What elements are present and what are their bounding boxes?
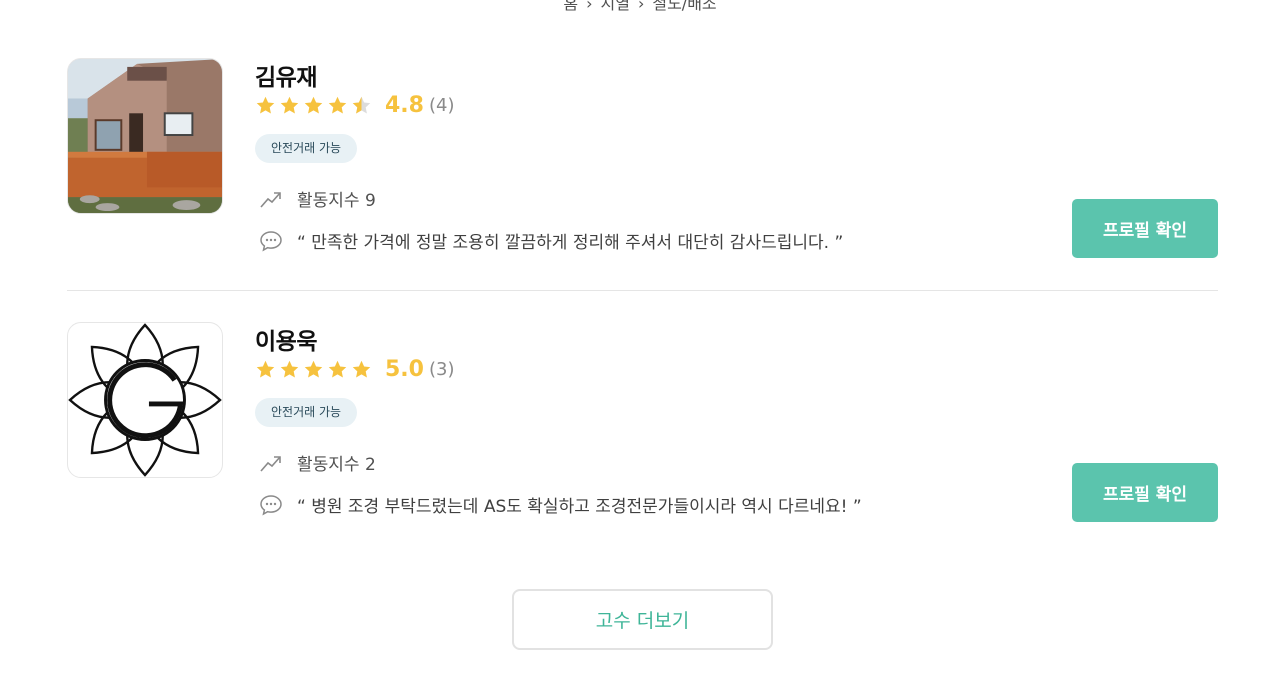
activity-stat: 활동지수 9: [259, 186, 376, 211]
star-icon: [352, 360, 371, 377]
profile-check-button[interactable]: 프로필 확인: [1072, 463, 1218, 522]
star-icon: [256, 96, 275, 113]
half-star-icon: [352, 96, 371, 113]
review-text: “ 병원 조경 부탁드렸는데 AS도 확실하고 조경전문가들이시라 역시 다르네…: [297, 497, 862, 517]
trend-up-icon: [260, 455, 281, 472]
breadcrumb-item[interactable]: 철도/배조: [652, 0, 716, 13]
breadcrumb-item[interactable]: 홈: [563, 0, 578, 13]
star-rating: [255, 95, 372, 116]
divider: [67, 290, 1218, 291]
rating-score: 4.8: [385, 92, 424, 118]
review-count: (4): [428, 94, 455, 116]
review-count: (3): [428, 358, 455, 380]
star-icon: [280, 96, 299, 113]
rating: 5.0 (3): [255, 355, 454, 383]
chat-bubble-icon: [260, 230, 282, 251]
review-text: “ 만족한 가격에 정말 조용히 깔끔하게 정리해 주셔서 대단히 감사드립니다…: [297, 233, 844, 253]
rating-score: 5.0: [385, 356, 424, 382]
breadcrumb: 홈 › 지열 › 철도/배조: [0, 0, 1280, 14]
safe-trade-badge: 안전거래 가능: [255, 398, 358, 427]
pro-name[interactable]: 이용욱: [255, 322, 317, 356]
review-snippet: “ 만족한 가격에 정말 조용히 깔끔하게 정리해 주셔서 대단히 감사드립니다…: [259, 228, 843, 253]
activity-stat: 활동지수 2: [259, 450, 376, 475]
pro-thumbnail[interactable]: [67, 58, 223, 214]
pro-name[interactable]: 김유재: [255, 58, 317, 92]
star-icon: [256, 360, 275, 377]
profile-check-button[interactable]: 프로필 확인: [1072, 199, 1218, 258]
star-rating: [255, 359, 372, 380]
rating: 4.8 (4): [255, 91, 454, 119]
more-pros-button[interactable]: 고수 더보기: [512, 589, 773, 650]
chevron-right-icon: ›: [637, 0, 645, 13]
pro-card: 김유재 4.8 (4) 안전거래 가능 활동지수 9 “ 만족한 가격에 정말: [67, 58, 1218, 258]
star-icon: [328, 96, 347, 113]
activity-label: 활동지수 9: [297, 191, 376, 211]
trend-up-icon: [260, 191, 281, 208]
safe-trade-badge: 안전거래 가능: [255, 134, 358, 163]
chevron-right-icon: ›: [586, 0, 593, 13]
pro-card: 이용욱 5.0 (3) 안전거래 가능 활동지수 2 “ 병원 조경 부탁드렸는…: [67, 322, 1218, 522]
g-flower-logo: [68, 323, 222, 477]
star-icon: [304, 96, 323, 113]
activity-label: 활동지수 2: [297, 455, 376, 475]
star-icon: [304, 360, 323, 377]
chat-bubble-icon: [260, 494, 282, 515]
breadcrumb-item[interactable]: 지열: [601, 0, 630, 13]
review-snippet: “ 병원 조경 부탁드렸는데 AS도 확실하고 조경전문가들이시라 역시 다르네…: [259, 492, 862, 517]
house-deck-photo: [68, 59, 222, 213]
pro-thumbnail[interactable]: [67, 322, 223, 478]
star-icon: [328, 360, 347, 377]
star-icon: [280, 360, 299, 377]
